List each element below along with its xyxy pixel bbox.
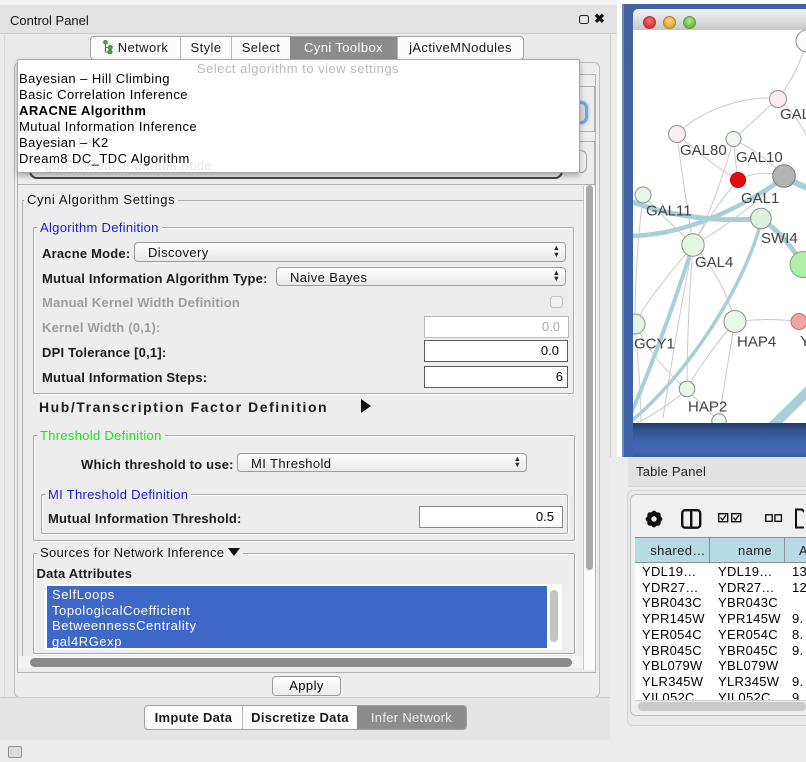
svg-text:GAL1: GAL1 [741,190,779,207]
svg-text:HAP2: HAP2 [688,399,727,416]
svg-text:SWI4: SWI4 [761,230,798,247]
svg-text:HAP4: HAP4 [737,334,776,351]
svg-text:GAL80: GAL80 [680,142,727,159]
svg-text:Y: Y [800,333,806,350]
svg-text:GAL10: GAL10 [736,149,783,166]
svg-text:GCY1: GCY1 [634,336,675,353]
svg-text:GAL2: GAL2 [780,106,806,123]
svg-text:GAL4: GAL4 [695,254,733,271]
svg-text:GAL11: GAL11 [646,203,692,220]
